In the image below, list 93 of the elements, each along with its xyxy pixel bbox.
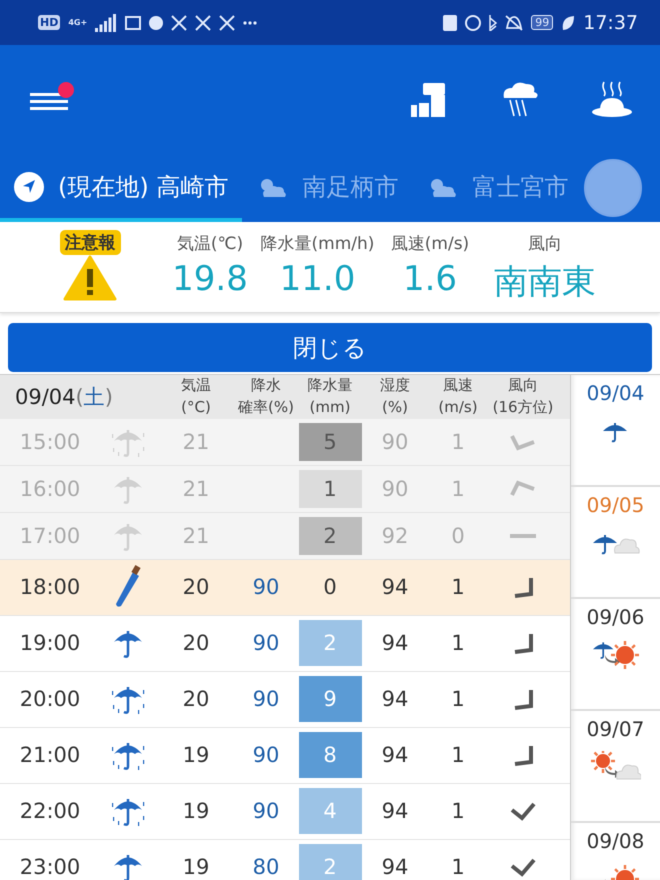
rainfall-cell: 2 [298, 620, 362, 666]
column-header: 降水 確率(%) [237, 375, 295, 418]
day-card[interactable]: 09/07 [571, 711, 660, 823]
column-header: 湿度 (%) [379, 375, 411, 418]
day-date: 09/06 [586, 605, 644, 629]
leaf-icon [561, 14, 576, 30]
humidity-cell-text: 90 [380, 476, 410, 500]
probability-cell-text: 90 [252, 743, 280, 767]
humidity-cell-text: 90 [380, 430, 410, 454]
rainfall-cell-text: 0 [322, 575, 338, 599]
temperature-cell-text: 19 [182, 743, 210, 767]
app-notification-icon [195, 14, 212, 30]
browser-icon [149, 16, 164, 30]
app-notification-icon [171, 14, 188, 30]
metric-label: 気温(℃) [176, 233, 244, 255]
time-cell-text: 23:00 [18, 855, 82, 879]
time-cell-text: 22:00 [18, 799, 82, 823]
probability-cell-text: 90 [252, 575, 280, 599]
probability-cell-text: 80 [252, 855, 280, 879]
metric-value: 南南東 [494, 261, 596, 304]
metric-value: 1.6 [402, 259, 458, 299]
probability-cell-text: 90 [252, 631, 280, 655]
wind-speed-cell-text: 0 [450, 524, 466, 548]
rainfall-cell: 5 [298, 422, 362, 460]
warning-icon [63, 255, 117, 301]
probability-cell-text: 90 [252, 687, 280, 711]
rainfall-cell: 8 [298, 732, 362, 778]
humidity-cell-text: 94 [380, 687, 410, 711]
wind-speed-cell-text: 1 [450, 575, 466, 599]
wind-speed-cell-text: 1 [450, 799, 466, 823]
time-cell-text: 17:00 [18, 524, 82, 548]
day-date: 09/07 [586, 717, 644, 741]
metric-value: 19.8 [172, 259, 248, 299]
time-cell-text: 18:00 [18, 575, 82, 599]
metric-label: 風向 [528, 233, 562, 255]
temperature-cell-text: 21 [182, 476, 210, 500]
probability-cell-text: 90 [252, 799, 280, 823]
day-card[interactable]: 09/08 [571, 823, 660, 880]
temperature-cell-text: 20 [182, 575, 210, 599]
wind-speed-cell-text: 1 [450, 476, 466, 500]
metric-value: 11.0 [280, 259, 356, 299]
more-icon [243, 20, 258, 24]
day-card[interactable]: 09/06 [571, 599, 660, 711]
metric-label: 風速(m/s) [390, 233, 470, 255]
table-date: 09/04(土) [14, 384, 114, 411]
alarm-icon [465, 14, 482, 30]
time-cell-text: 20:00 [18, 687, 82, 711]
network-type: 4G+ [68, 18, 88, 27]
time-cell-text: 15:00 [18, 430, 82, 454]
column-header: 降水量 (mm) [306, 375, 354, 418]
day-card[interactable]: 09/05 [571, 487, 660, 599]
day-date: 09/04 [586, 381, 644, 405]
wind-speed-cell-text: 1 [450, 743, 466, 767]
day-date: 09/08 [586, 829, 644, 853]
metric-label: 降水量(mm/h) [260, 233, 374, 255]
wind-speed-cell-text: 1 [450, 687, 466, 711]
close-button[interactable]: 閉じる [8, 323, 652, 372]
wind-speed-cell-text: 1 [450, 430, 466, 454]
rainfall-cell: 2 [298, 516, 362, 554]
clock: 17:37 [583, 12, 638, 34]
humidity-cell-text: 94 [380, 855, 410, 879]
column-header: 風速 (m/s) [437, 375, 479, 418]
temperature-cell-text: 21 [182, 430, 210, 454]
alert-badge: 注意報 [60, 230, 120, 255]
temperature-cell-text: 19 [182, 855, 210, 879]
time-cell-text: 16:00 [18, 476, 82, 500]
rainfall-cell: 4 [298, 788, 362, 834]
humidity-cell-text: 94 [380, 631, 410, 655]
rainfall-cell: 9 [298, 676, 362, 722]
humidity-cell-text: 92 [380, 524, 410, 548]
temperature-cell-text: 21 [182, 524, 210, 548]
wind-speed-cell-text: 1 [450, 631, 466, 655]
location-tab[interactable]: (現在地) 高崎市 [0, 155, 242, 222]
rainfall-cell: 2 [298, 844, 362, 880]
temperature-cell-text: 20 [182, 631, 210, 655]
column-header: 風向 (16方位) [492, 375, 554, 418]
humidity-cell-text: 94 [380, 575, 410, 599]
battery-level: 99 [531, 15, 554, 30]
temperature-cell-text: 19 [182, 799, 210, 823]
column-header: 気温 (°C) [180, 375, 212, 418]
signal-icon [95, 14, 118, 32]
temperature-cell-text: 20 [182, 687, 210, 711]
day-date: 09/05 [586, 493, 644, 517]
wind-speed-cell-text: 1 [450, 855, 466, 879]
time-cell-text: 19:00 [18, 631, 82, 655]
humidity-cell-text: 94 [380, 799, 410, 823]
rainfall-cell: 1 [298, 470, 362, 508]
day-card[interactable]: 09/04 [571, 375, 660, 487]
humidity-cell-text: 94 [380, 743, 410, 767]
time-cell-text: 21:00 [18, 743, 82, 767]
app-notification-icon [219, 14, 236, 30]
calendar-icon [125, 16, 142, 30]
hd-indicator: HD [38, 15, 60, 30]
